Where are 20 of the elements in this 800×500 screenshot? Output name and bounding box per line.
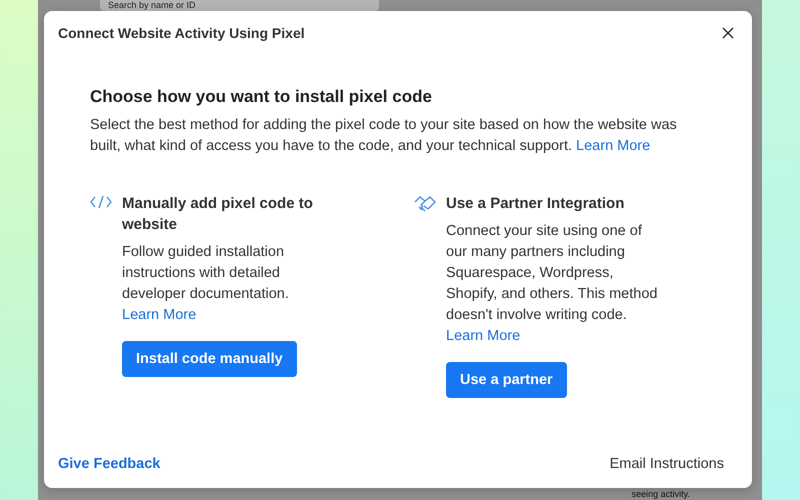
option-button[interactable]: Use a partner (446, 362, 567, 398)
background-text: seeing activity. (632, 489, 690, 500)
code-icon (90, 195, 112, 209)
description-text: Select the best method for adding the pixel code to your site based on how the website was built, what kind of access you have to the code, and your technical support. Learn More (90, 116, 678, 156)
option-title: Manually add pixel code to website (122, 194, 314, 235)
section-heading: Choose how you want to install pixel code (90, 87, 433, 107)
close-button[interactable] (720, 25, 736, 41)
learn-more-link[interactable]: Learn More (576, 138, 650, 154)
learn-more-link[interactable]: Learn More (446, 328, 520, 344)
close-icon (722, 27, 734, 39)
email-instructions-link[interactable]: Email Instructions (610, 456, 724, 472)
dialog-title: Connect Website Activity Using Pixel (58, 25, 305, 41)
option-button[interactable]: Install code manually (122, 341, 297, 377)
give-feedback-link[interactable]: Give Feedback (58, 456, 160, 472)
option-description: Follow guided installation instructions with detailed developer documentation. Learn More (122, 243, 290, 325)
learn-more-link[interactable]: Learn More (122, 307, 196, 323)
search-field[interactable]: Search by name or ID (100, 0, 379, 11)
handshake-icon (414, 195, 436, 213)
option-description: Connect your site using one of our many partners including Squarespace, Wordpress, Shopify, and others. This method doesn't involve writing code. Learn More (446, 222, 658, 346)
option-title: Use a Partner Integration (446, 194, 624, 214)
